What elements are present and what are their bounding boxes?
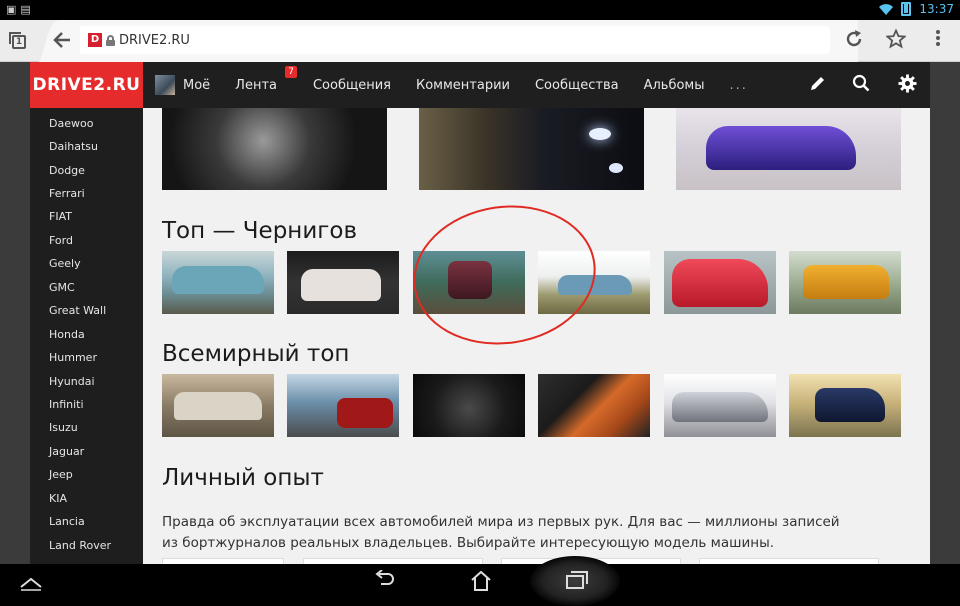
sidebar-item-hyundai[interactable]: Hyundai <box>49 375 95 388</box>
gear-icon <box>897 74 917 93</box>
sidebar-item-dodge[interactable]: Dodge <box>49 164 85 177</box>
pencil-icon <box>811 77 824 90</box>
sidebar-item-infiniti[interactable]: Infiniti <box>49 398 84 411</box>
system-nav-bar <box>0 556 960 606</box>
url-text: DRIVE2.RU <box>119 32 190 48</box>
web-viewport[interactable]: DRIVE2.RU Моё Лента 7 Сообщения Коммента… <box>0 62 960 564</box>
search-button[interactable] <box>850 74 872 96</box>
sidebar-item-great-wall[interactable]: Great Wall <box>49 304 106 317</box>
notification-icons: ▣ ▤ <box>6 3 31 16</box>
sidebar-item-ford[interactable]: Ford <box>49 234 73 247</box>
sidebar-item-lancia[interactable]: Lancia <box>49 515 85 528</box>
overflow-menu-icon <box>936 30 940 46</box>
sidebar-item-isuzu[interactable]: Isuzu <box>49 421 78 434</box>
home-icon <box>471 570 491 591</box>
sidebar-item-daewoo[interactable]: Daewoo <box>49 117 93 130</box>
experience-description: Правда об эксплуатации всех автомобилей … <box>162 514 840 551</box>
nav-home-button[interactable] <box>466 570 496 594</box>
address-bar[interactable]: D DRIVE2.RU <box>80 26 830 54</box>
drive2-site: DRIVE2.RU Моё Лента 7 Сообщения Коммента… <box>30 62 930 564</box>
bookmark-button[interactable] <box>885 28 907 51</box>
site-header: DRIVE2.RU Моё Лента 7 Сообщения Коммента… <box>30 62 930 108</box>
section-title-world-top: Всемирный топ <box>162 341 350 367</box>
main-nav: Моё Лента 7 Сообщения Комментарии Сообще… <box>155 62 748 108</box>
browser-toolbar: 1 D DRIVE2.RU <box>0 20 960 62</box>
sidebar-item-honda[interactable]: Honda <box>49 328 85 341</box>
photo-engine[interactable] <box>162 108 387 190</box>
nav-more[interactable]: ... <box>729 78 747 93</box>
section-title-experience: Личный опыт <box>162 465 324 491</box>
system-status-bar: ▣ ▤ 13:37 <box>0 0 960 20</box>
sidebar-item-jaguar[interactable]: Jaguar <box>49 445 84 458</box>
sidebar-item-jeep[interactable]: Jeep <box>49 468 73 481</box>
edit-button[interactable] <box>807 74 829 96</box>
battery-icon <box>901 2 912 16</box>
photo-top-city-5[interactable] <box>664 251 776 314</box>
nav-item-feed-label: Лента <box>235 77 277 93</box>
photo-world-top-3[interactable] <box>413 374 525 437</box>
back-icon <box>375 569 394 585</box>
photo-world-top-2[interactable] <box>287 374 399 437</box>
photo-purple-car[interactable] <box>676 108 901 190</box>
tab-count: 1 <box>12 35 26 49</box>
photo-top-city-3[interactable] <box>413 251 525 314</box>
sidebar-item-kia[interactable]: KIA <box>49 492 67 505</box>
wifi-icon <box>879 4 894 15</box>
reload-icon <box>846 30 862 47</box>
sidebar-item-land-rover[interactable]: Land Rover <box>49 539 111 552</box>
brand-sidebar: Daewoo Daihatsu Dodge Ferrari FIAT Ford … <box>30 108 143 564</box>
chevron-up-icon <box>20 577 42 591</box>
lock-icon <box>106 34 115 46</box>
nav-item-albums[interactable]: Альбомы <box>644 78 705 93</box>
sidebar-item-ferrari[interactable]: Ferrari <box>49 187 85 200</box>
nav-up-button[interactable] <box>16 572 46 596</box>
settings-button[interactable] <box>896 74 918 96</box>
nav-recents-button[interactable] <box>562 570 592 594</box>
feed-badge: 7 <box>285 65 297 78</box>
sidebar-item-hummer[interactable]: Hummer <box>49 351 97 364</box>
nav-item-communities[interactable]: Сообщества <box>535 78 619 93</box>
user-avatar[interactable] <box>155 75 175 95</box>
reload-button[interactable] <box>843 29 865 51</box>
back-button[interactable] <box>48 26 76 54</box>
browser-menu-button[interactable] <box>928 29 948 51</box>
main-content: Топ — Чернигов Всемирный топ Личный опыт… <box>143 108 930 564</box>
nav-item-mine[interactable]: Моё <box>183 78 210 93</box>
photo-world-top-5[interactable] <box>664 374 776 437</box>
nav-back-button[interactable] <box>370 569 400 594</box>
section-title-top-city: Топ — Чернигов <box>162 218 357 244</box>
nav-item-feed[interactable]: Лента 7 <box>235 65 297 93</box>
photo-top-city-6[interactable] <box>789 251 901 314</box>
sidebar-item-gmc[interactable]: GMC <box>49 281 75 294</box>
recent-apps-icon <box>566 571 588 589</box>
photo-top-city-2[interactable] <box>287 251 399 314</box>
photo-top-city-4[interactable] <box>538 251 650 314</box>
tab-switcher-button[interactable]: 1 <box>8 31 28 51</box>
photo-world-top-6[interactable] <box>789 374 901 437</box>
search-icon <box>852 74 870 92</box>
sidebar-item-fiat[interactable]: FIAT <box>49 210 72 223</box>
status-clock: 13:37 <box>919 2 954 16</box>
nav-item-messages[interactable]: Сообщения <box>313 78 391 93</box>
sim-icon: ▣ <box>6 3 17 16</box>
nav-item-comments[interactable]: Комментарии <box>416 78 510 93</box>
photo-top-city-1[interactable] <box>162 251 274 314</box>
photo-world-top-1[interactable] <box>162 374 274 437</box>
sidebar-item-geely[interactable]: Geely <box>49 257 81 270</box>
photo-world-top-4[interactable] <box>538 374 650 437</box>
photo-night-car[interactable] <box>419 108 644 190</box>
sidebar-item-daihatsu[interactable]: Daihatsu <box>49 140 98 153</box>
star-icon <box>885 28 907 49</box>
back-arrow-icon <box>53 32 70 48</box>
download-icon: ▤ <box>20 3 31 16</box>
site-logo[interactable]: DRIVE2.RU <box>30 62 143 108</box>
site-favicon: D <box>88 33 102 47</box>
